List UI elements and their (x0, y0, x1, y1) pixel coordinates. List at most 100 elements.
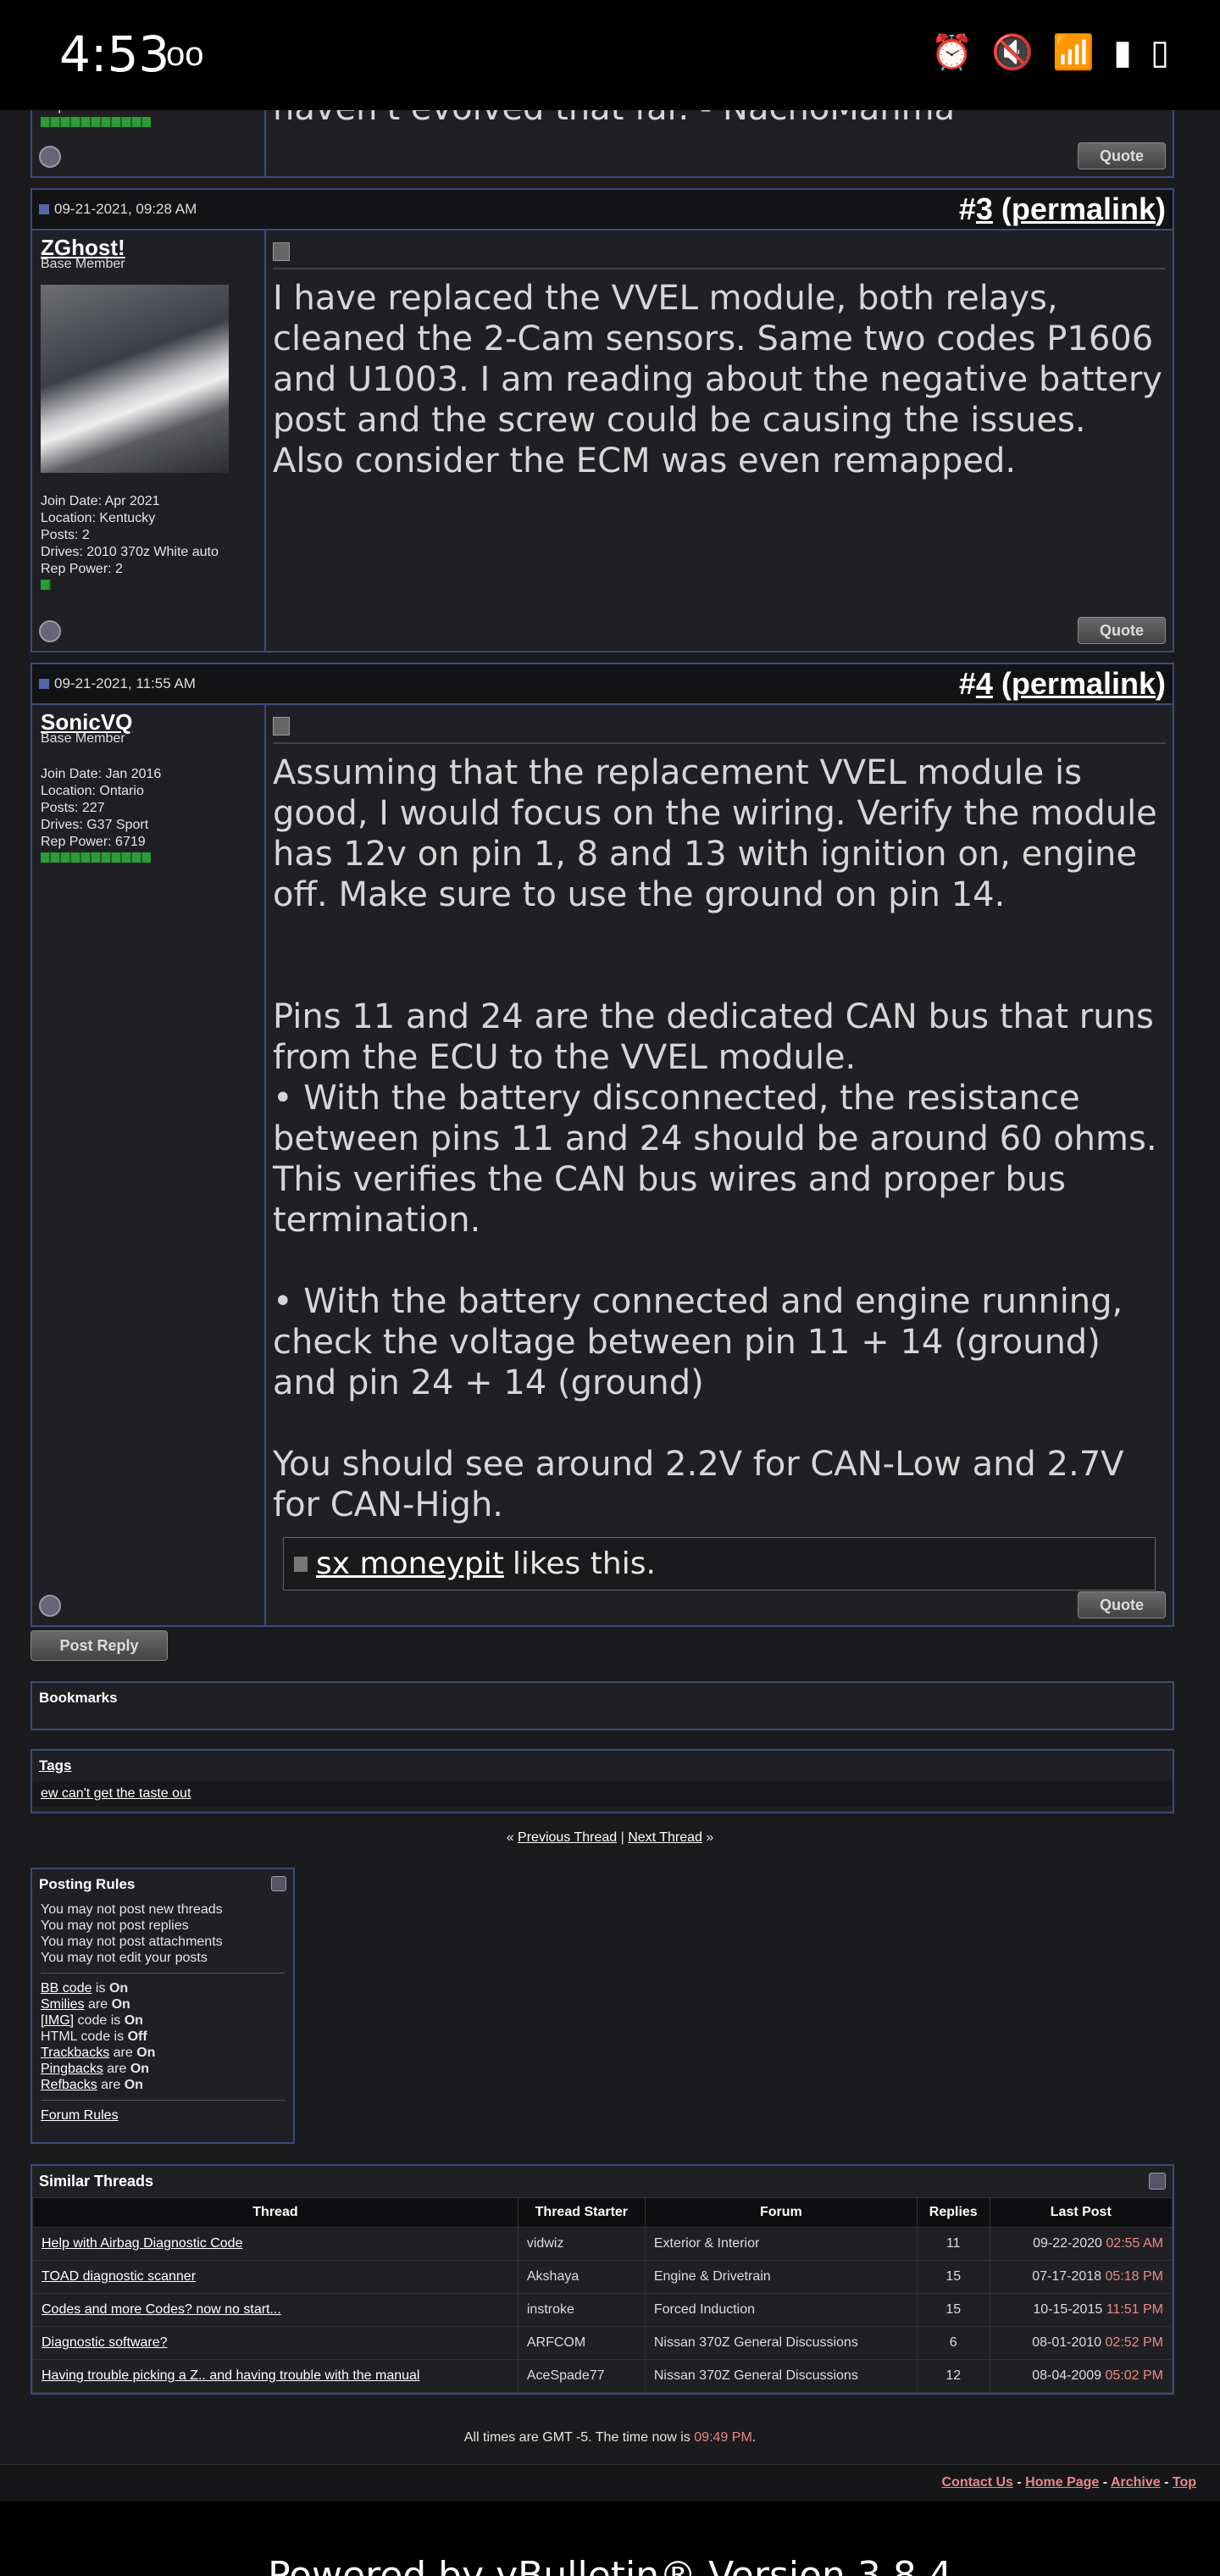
refbacks-link[interactable]: Refbacks (41, 2078, 97, 2092)
like-user-link[interactable]: sx moneypit (316, 1546, 504, 1581)
post-number-link[interactable]: 4 (976, 666, 993, 701)
post-3: 09-21-2021, 09:28 AM #3 (permalink) ZGho… (30, 188, 1174, 652)
post-number-link[interactable]: 3 (976, 192, 993, 226)
quote-button[interactable]: Quote (1078, 617, 1166, 644)
thread-link[interactable]: Diagnostic software? (42, 2335, 168, 2350)
last-post-date: 08-01-2010 (1032, 2335, 1102, 2350)
forum-rules-link[interactable]: Forum Rules (41, 2108, 119, 2123)
trackbacks-link[interactable]: Trackbacks (41, 2046, 109, 2060)
permalink-link[interactable]: permalink (1012, 666, 1156, 701)
last-post-time: 05:18 PM (1105, 2269, 1163, 2284)
username-link[interactable]: ZGhost! (41, 236, 256, 258)
last-post-time: 02:55 AM (1106, 2236, 1163, 2251)
divider (273, 268, 1166, 269)
footer-bar: Contact Us - Home Page - Archive - Top (0, 2464, 1220, 2502)
smilies-state: On (111, 1997, 130, 2012)
mute-icon: 🔇 (991, 34, 1034, 71)
table-row: Codes and more Codes? now no start... in… (32, 2293, 1173, 2327)
post-reply-button[interactable]: Post Reply (30, 1630, 168, 1661)
thread-starter: instroke (517, 2293, 646, 2327)
html-code-label: HTML code is (41, 2029, 125, 2044)
replies: 6 (916, 2326, 990, 2360)
table-row: TOAD diagnostic scanner Akshaya Engine &… (32, 2260, 1173, 2294)
previous-thread-link[interactable]: Previous Thread (518, 1830, 617, 1845)
post-count: Posts: 227 (41, 801, 105, 815)
bb-code-link[interactable]: BB code (41, 1981, 92, 1996)
quote-button[interactable]: Quote (1078, 1591, 1166, 1618)
pingbacks-link[interactable]: Pingbacks (41, 2062, 103, 2076)
battery-icon: ▯ (1150, 33, 1169, 71)
replies: 12 (916, 2359, 990, 2393)
powered-by: Powered by vBulletin® Version 3.8.4 (268, 2554, 952, 2576)
reputation-bar (41, 580, 51, 590)
last-post-time: 02:52 PM (1105, 2335, 1163, 2350)
rule-line: You may not post new threads (41, 1902, 223, 1917)
likes-box: sx moneypit likes this. (283, 1537, 1156, 1591)
timezone-note: All times are GMT -5. The time now is 09… (463, 2430, 757, 2445)
quote-button[interactable]: Quote (1078, 142, 1166, 169)
contact-us-link[interactable]: Contact Us (942, 2475, 1013, 2490)
table-row: Having trouble picking a Z.. and having … (32, 2359, 1173, 2393)
post-message-p3: • With the battery disconnected, the res… (273, 1079, 1157, 1240)
thread-starter: AceSpade77 (517, 2359, 646, 2393)
forum-name: Exterior & Interior (644, 2227, 918, 2261)
smilies-link[interactable]: Smilies (41, 1997, 85, 2012)
post-date: 09-21-2021, 11:55 AM (54, 675, 196, 691)
post-icon (273, 717, 290, 736)
post-header: 09-21-2021, 09:28 AM #3 (permalink) (32, 190, 1173, 230)
post-count: Posts: 2 (41, 528, 90, 542)
next-thread-link[interactable]: Next Thread (628, 1830, 702, 1845)
thread-link[interactable]: Codes and more Codes? now no start... (42, 2302, 281, 2317)
tags-box: Tags ew can't get the taste out (30, 1749, 1174, 1813)
thread-link[interactable]: Help with Airbag Diagnostic Code (42, 2236, 242, 2251)
refbacks-state: On (124, 2078, 143, 2092)
top-link[interactable]: Top (1173, 2475, 1196, 2490)
collapse-icon[interactable] (1149, 2173, 1166, 2190)
rule-line: You may not post attachments (41, 1935, 223, 1949)
last-post-date: 09-22-2020 (1033, 2236, 1102, 2251)
post-icon (273, 242, 290, 261)
archive-link[interactable]: Archive (1111, 2475, 1161, 2490)
thread-starter: ARFCOM (517, 2326, 646, 2360)
post-message-p4: • With the battery connected and engine … (273, 1282, 1123, 1402)
rule-line: You may not post replies (41, 1918, 189, 1933)
username-link[interactable]: SonicVQ (41, 711, 256, 733)
last-post-date: 07-17-2018 (1032, 2269, 1102, 2284)
thread-starter: Akshaya (517, 2260, 646, 2294)
divider (273, 742, 1166, 744)
thread-link[interactable]: TOAD diagnostic scanner (42, 2269, 196, 2284)
user-title: Base Member (41, 731, 125, 746)
reputation-bar (41, 117, 151, 127)
home-page-link[interactable]: Home Page (1025, 2475, 1099, 2490)
bottom-area: Powered by vBulletin® Version 3.8.4 (0, 2501, 1220, 2576)
img-code-link[interactable]: [IMG] (41, 2013, 74, 2028)
permalink-link[interactable]: permalink (1012, 192, 1156, 226)
trackbacks-state: On (136, 2046, 156, 2060)
last-post-date: 10-15-2015 (1033, 2302, 1103, 2317)
html-state: Off (127, 2029, 147, 2044)
similar-threads-box: Similar Threads Thread Thread Starter Fo… (30, 2164, 1174, 2395)
last-post-date: 08-04-2009 (1032, 2368, 1102, 2383)
thread-link[interactable]: Having trouble picking a Z.. and having … (42, 2368, 419, 2383)
avatar[interactable] (41, 285, 229, 473)
online-status-icon (39, 146, 61, 168)
likes-text: likes this. (512, 1546, 656, 1581)
tag-link[interactable]: ew can't get the taste out (41, 1786, 191, 1801)
rep-power: Rep Power: 6719 (41, 835, 146, 849)
col-last-post: Last Post (989, 2197, 1173, 2228)
forum-name: Nissan 370Z General Discussions (644, 2326, 918, 2360)
replies: 15 (916, 2293, 990, 2327)
bookmarks-box: Bookmarks (30, 1681, 1174, 1730)
rule-line: You may not edit your posts (41, 1951, 208, 1965)
post-icon (39, 204, 49, 214)
alarm-icon: ⏰ (930, 34, 973, 71)
post-message-p5: You should see around 2.2V for CAN-Low a… (273, 1445, 1124, 1524)
posting-rules-box: Posting Rules You may not post new threa… (30, 1868, 295, 2144)
col-thread: Thread (32, 2197, 518, 2228)
collapse-icon[interactable] (271, 1876, 286, 1891)
reputation-bar (41, 852, 151, 863)
signal-icon: ▮ (1112, 33, 1132, 71)
wifi-icon: 📶 (1052, 34, 1095, 71)
voicemail-icon: oo (166, 36, 204, 73)
tags-title-link[interactable]: Tags (39, 1757, 71, 1774)
